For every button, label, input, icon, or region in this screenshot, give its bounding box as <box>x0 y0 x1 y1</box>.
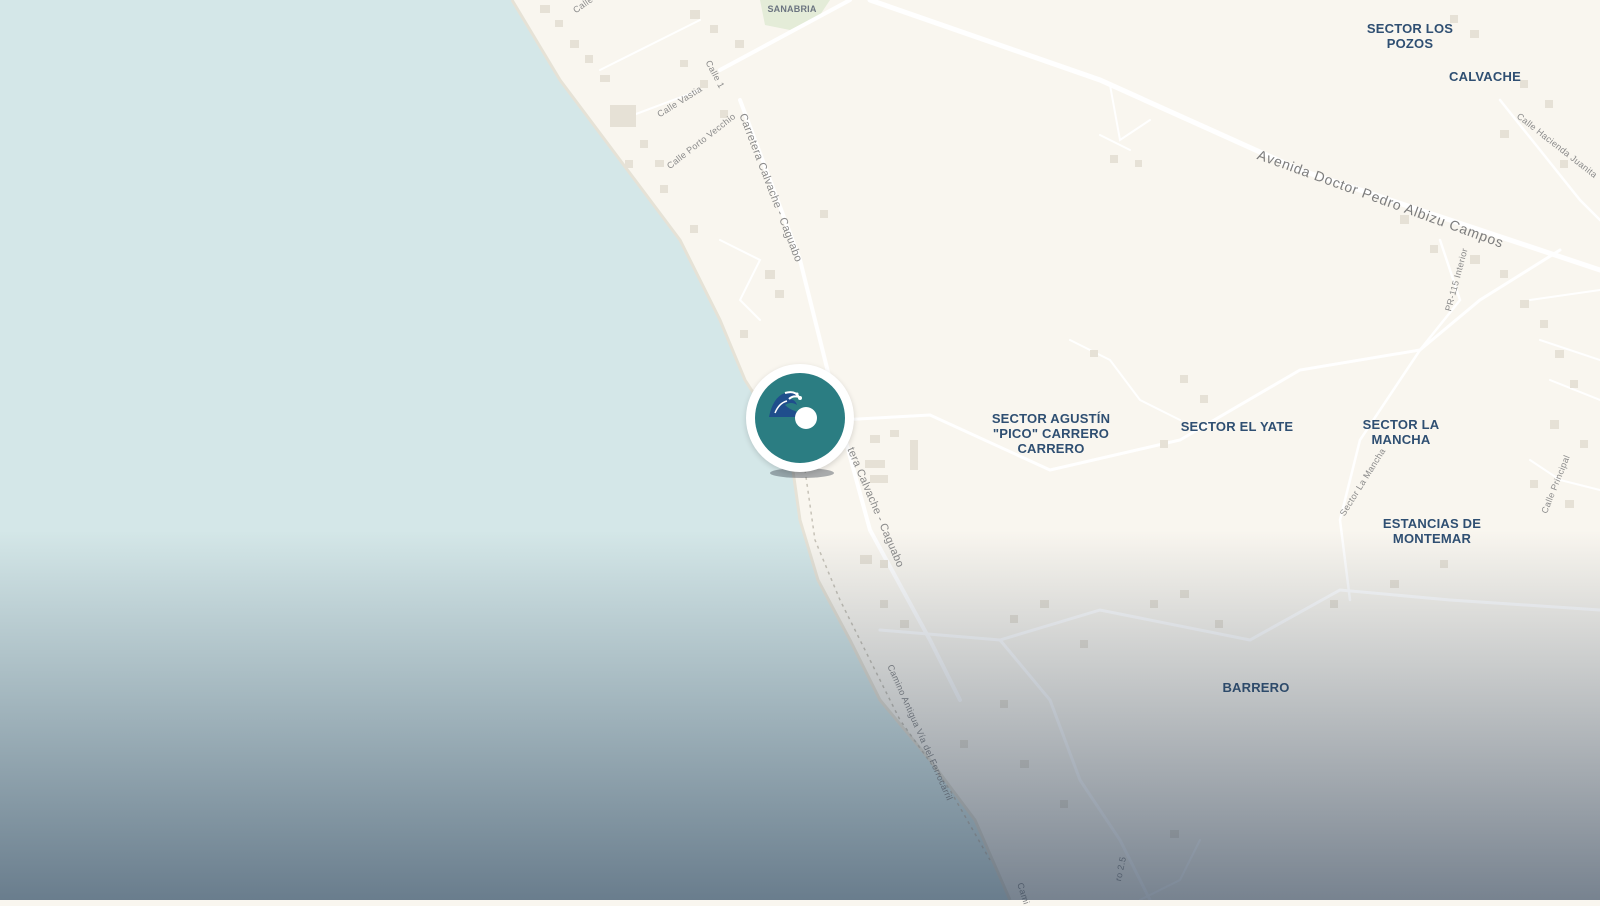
place-label-la-mancha: SECTOR LA MANCHA <box>1362 417 1440 447</box>
place-label-barrero: BARRERO <box>1222 680 1290 695</box>
place-label-agustin: SECTOR AGUSTÍN "PICO" CARRERO CARRERO <box>991 411 1111 456</box>
marker-badge <box>755 373 845 463</box>
place-label-montemar: ESTANCIAS DE MONTEMAR <box>1382 516 1482 546</box>
place-label-el-yate: SECTOR EL YATE <box>1180 419 1294 434</box>
marker-center-dot <box>795 407 817 429</box>
place-label-los-pozos: SECTOR LOS POZOS <box>1366 21 1454 51</box>
place-label-sanabria: SANABRIA <box>767 4 817 14</box>
place-label-calvache: CALVACHE <box>1449 69 1521 84</box>
location-marker[interactable] <box>746 364 854 472</box>
